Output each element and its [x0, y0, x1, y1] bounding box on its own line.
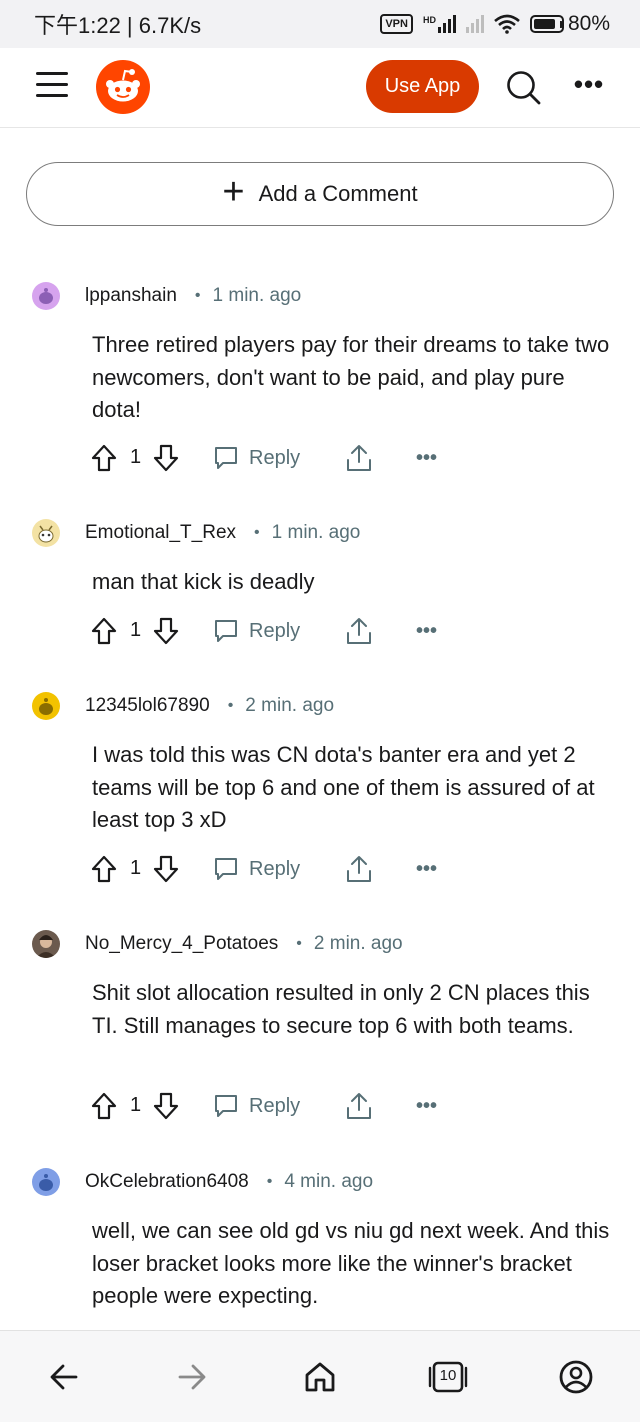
comment-author[interactable]: Emotional_T_Rex	[85, 522, 236, 544]
comment-author[interactable]: 12345lol67890	[85, 695, 210, 717]
comment-time: 4 min. ago	[284, 1171, 374, 1192]
status-time-speed: 下午1:22 | 6.7K/s	[34, 13, 202, 38]
vote-score: 1	[130, 857, 142, 879]
status-icons: VPN HD 80%	[380, 12, 610, 36]
comment-body: I was told this was CN dota's banter era…	[92, 742, 595, 832]
comment-header: Emotional_T_Rex • 1 min. ago	[32, 519, 360, 547]
battery-indicator: 80%	[529, 12, 610, 36]
hd-signal-icon: HD	[423, 15, 456, 33]
comment-more-icon[interactable]: •••	[416, 1090, 437, 1122]
upvote-icon[interactable]	[90, 615, 118, 647]
comment-time: 2 min. ago	[245, 695, 335, 716]
search-icon[interactable]	[504, 68, 544, 108]
vote-score: 1	[130, 446, 142, 468]
add-comment-button[interactable]: + Add a Comment	[26, 162, 614, 226]
comment-body: Shit slot allocation resulted in only 2 …	[92, 980, 590, 1038]
comment-time: 1 min. ago	[271, 522, 361, 543]
comment-header: lppanshain • 1 min. ago	[32, 282, 301, 310]
avatar[interactable]	[32, 1168, 60, 1196]
share-icon[interactable]	[345, 442, 373, 474]
reply-button[interactable]: Reply	[213, 442, 300, 474]
vote-score: 1	[130, 1094, 142, 1116]
avatar[interactable]	[32, 692, 60, 720]
comment-author[interactable]: OkCelebration6408	[85, 1171, 249, 1193]
tabs-button[interactable]: 10	[428, 1357, 468, 1397]
back-arrow-icon[interactable]	[44, 1357, 84, 1397]
status-bar: 下午1:22 | 6.7K/s VPN HD 80%	[0, 0, 640, 48]
vpn-icon: VPN	[380, 14, 413, 34]
menu-icon[interactable]	[36, 72, 68, 98]
profile-icon[interactable]	[556, 1357, 596, 1397]
downvote-icon[interactable]	[152, 442, 180, 474]
reddit-logo[interactable]	[96, 60, 150, 114]
reply-label: Reply	[249, 619, 301, 642]
downvote-icon[interactable]	[152, 615, 180, 647]
upvote-icon[interactable]	[90, 1090, 118, 1122]
separator-dot: •	[194, 287, 201, 304]
comment-time: 1 min. ago	[212, 285, 302, 306]
separator-dot: •	[227, 697, 234, 714]
reply-button[interactable]: Reply	[213, 1090, 300, 1122]
tab-count: 10	[439, 1367, 457, 1384]
battery-level: 80%	[567, 12, 610, 35]
comment-header: 12345lol67890 • 2 min. ago	[32, 692, 334, 720]
separator-dot: •	[254, 524, 260, 541]
reply-icon	[215, 620, 237, 642]
reply-button[interactable]: Reply	[213, 853, 300, 885]
hd-label: HD	[422, 15, 436, 25]
vote-score: 1	[130, 619, 142, 641]
downvote-icon[interactable]	[152, 1090, 180, 1122]
share-icon[interactable]	[345, 1090, 373, 1122]
reply-label: Reply	[249, 857, 301, 880]
comment-actions: 1 Reply •••	[90, 442, 450, 474]
downvote-icon[interactable]	[152, 853, 180, 885]
reply-button[interactable]: Reply	[213, 615, 300, 647]
home-icon[interactable]	[300, 1357, 340, 1397]
forward-arrow-icon[interactable]	[172, 1357, 212, 1397]
comment-more-icon[interactable]: •••	[416, 615, 437, 647]
comment-actions: 1 Reply •••	[90, 1090, 450, 1122]
reply-icon	[215, 447, 237, 469]
upvote-icon[interactable]	[90, 853, 118, 885]
reply-icon	[215, 1095, 237, 1117]
reply-icon	[215, 858, 237, 880]
comment-more-icon[interactable]: •••	[416, 442, 437, 474]
comment-body: man that kick is deadly	[92, 569, 315, 594]
share-icon[interactable]	[345, 853, 373, 885]
comment-author[interactable]: No_Mercy_4_Potatoes	[85, 933, 278, 955]
share-icon[interactable]	[345, 615, 373, 647]
comment-time: 2 min. ago	[313, 933, 403, 954]
app-header: Use App •••	[0, 48, 640, 128]
comment-author[interactable]: lppanshain	[85, 285, 177, 307]
more-options-icon[interactable]: •••	[572, 71, 606, 104]
avatar[interactable]	[32, 282, 60, 310]
comment-body: Three retired players pay for their drea…	[92, 332, 610, 422]
avatar[interactable]	[32, 519, 60, 547]
use-app-button[interactable]: Use App	[366, 60, 479, 113]
reply-label: Reply	[249, 1094, 301, 1117]
comment-header: OkCelebration6408 • 4 min. ago	[32, 1168, 373, 1196]
separator-dot: •	[266, 1173, 273, 1190]
comment-body: well, we can see old gd vs niu gd next w…	[92, 1218, 610, 1308]
add-comment-label: Add a Comment	[258, 181, 418, 206]
plus-icon: +	[222, 171, 245, 213]
reply-label: Reply	[249, 446, 301, 469]
browser-bottom-nav: 10	[0, 1330, 640, 1422]
signal-2-icon	[465, 15, 484, 33]
comment-actions: 1 Reply •••	[90, 615, 450, 647]
comment-actions: 1 Reply •••	[90, 853, 450, 885]
comment-more-icon[interactable]: •••	[416, 853, 437, 885]
wifi-icon	[494, 14, 520, 34]
comment-header: No_Mercy_4_Potatoes • 2 min. ago	[32, 930, 403, 958]
avatar[interactable]	[32, 930, 60, 958]
upvote-icon[interactable]	[90, 442, 118, 474]
separator-dot: •	[296, 935, 302, 952]
